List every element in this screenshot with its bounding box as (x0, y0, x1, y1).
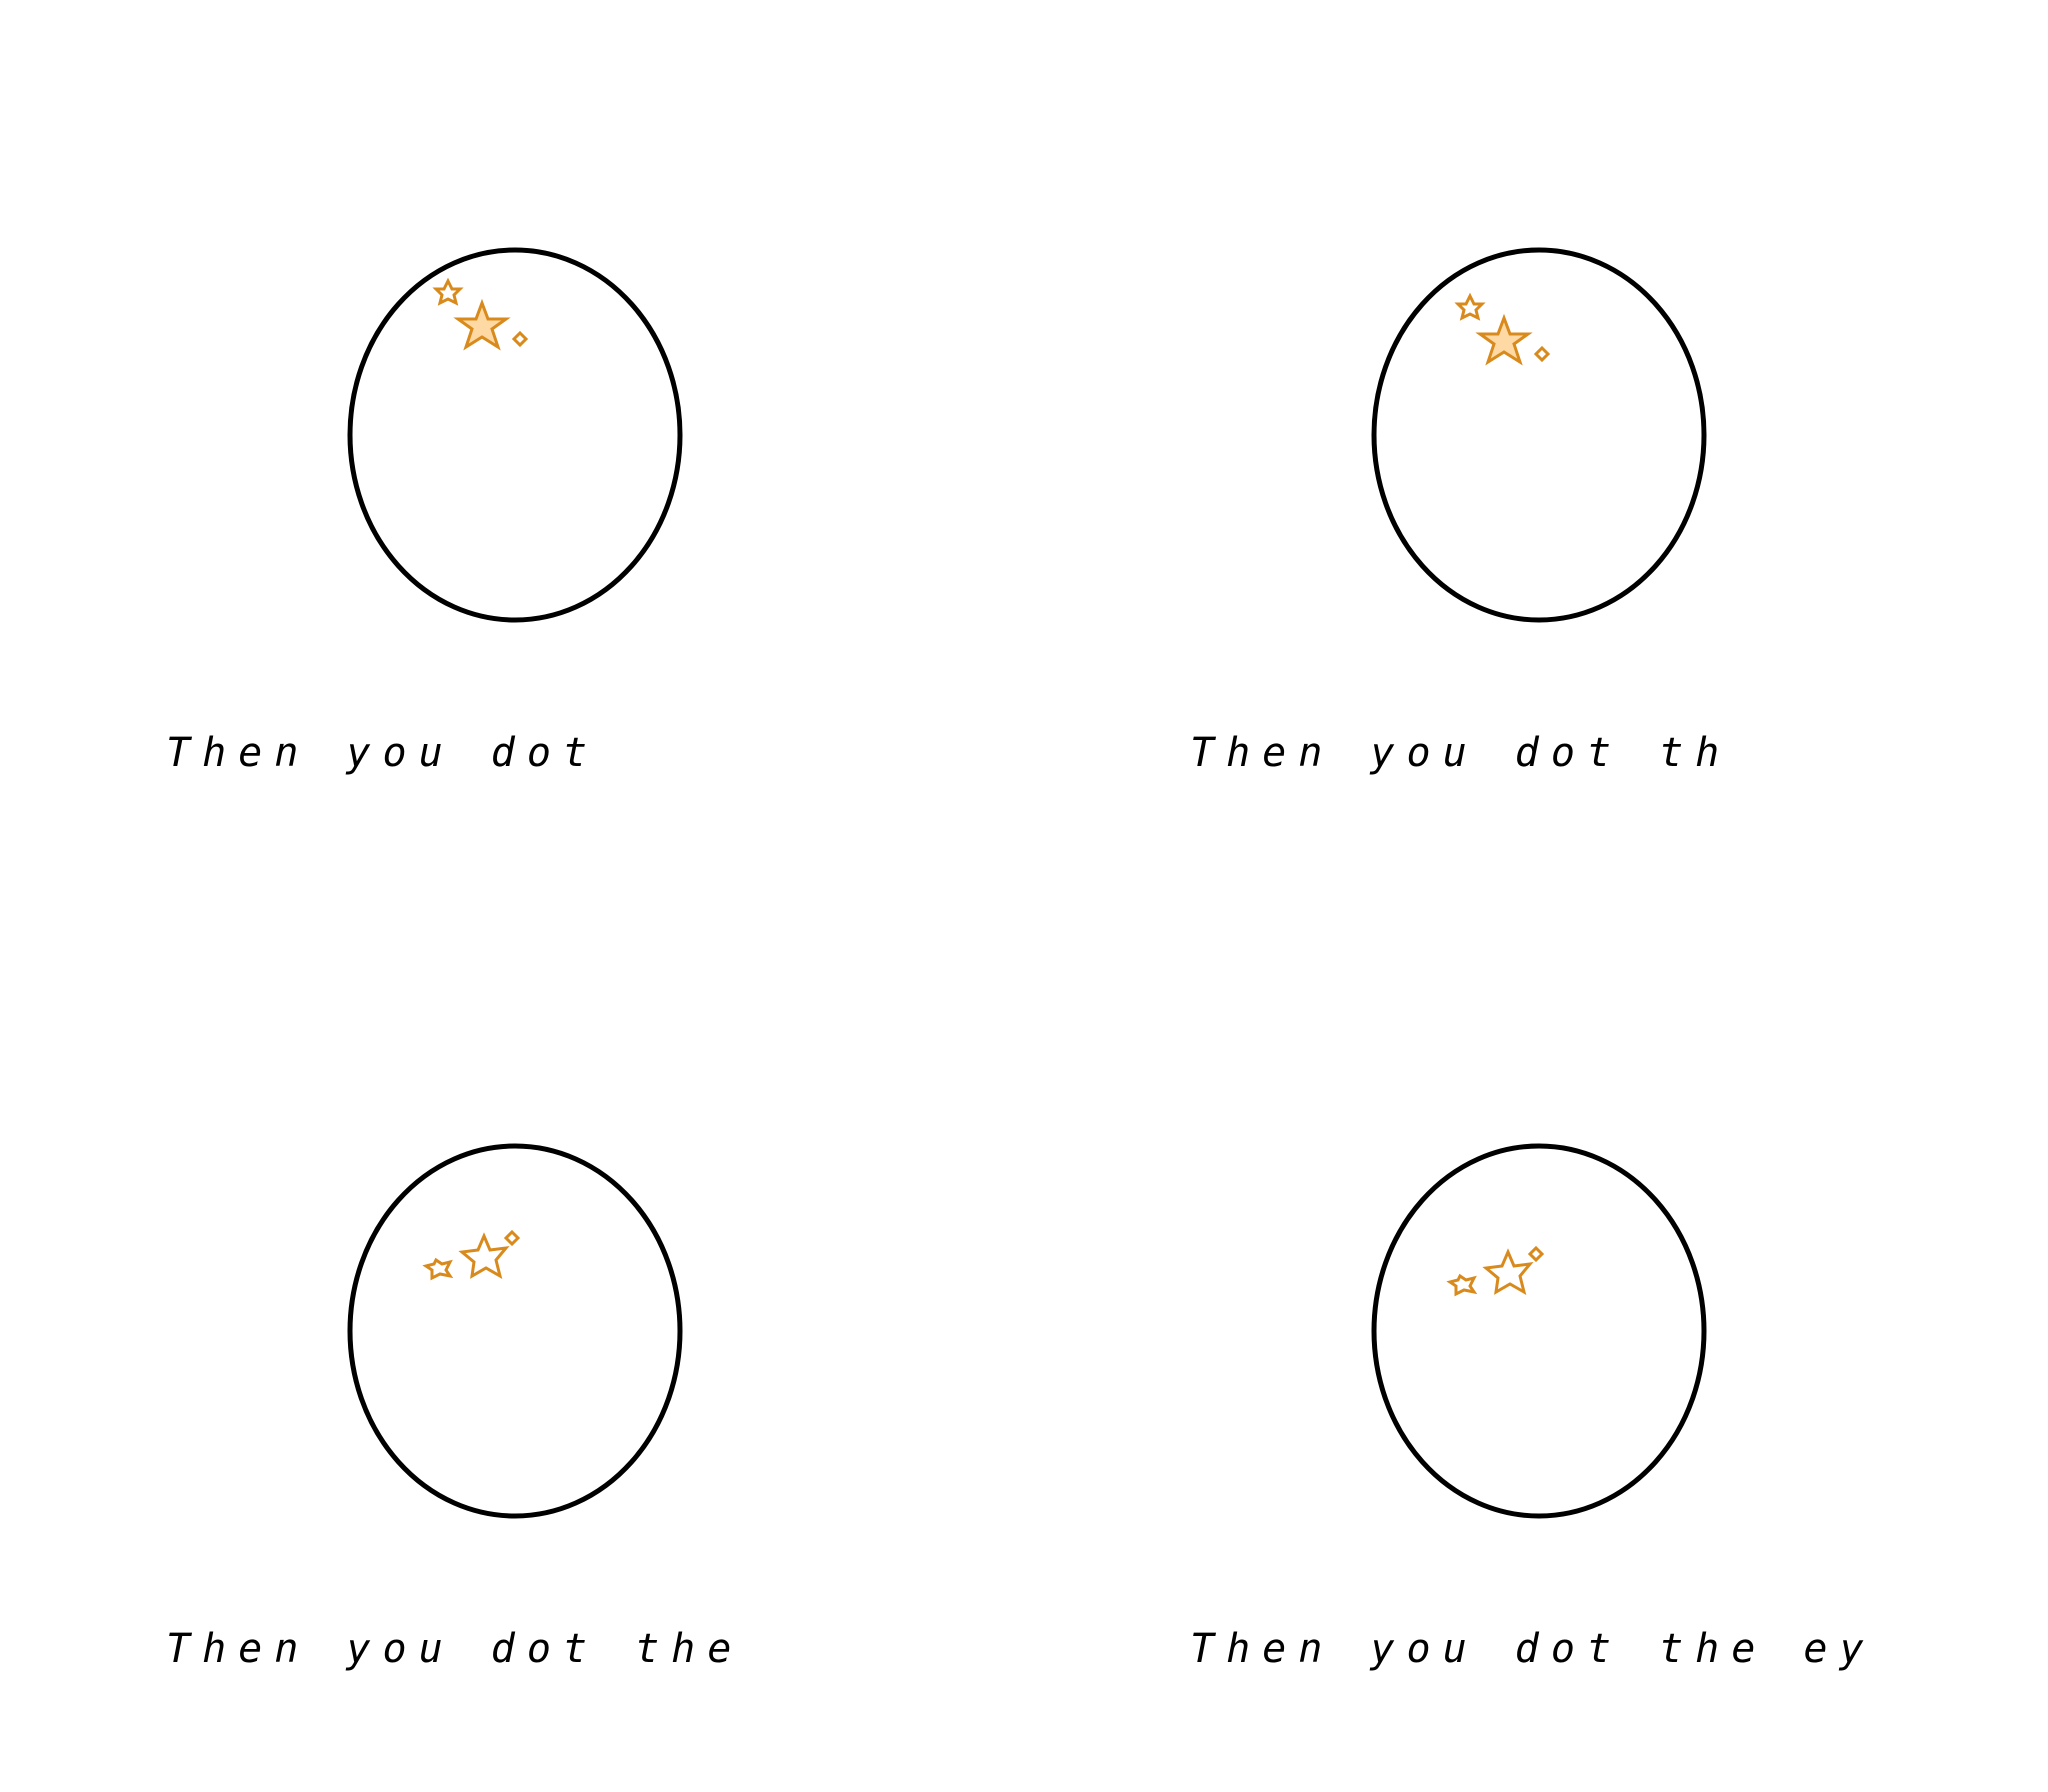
magic-wand-cursor-icon (1452, 290, 1562, 394)
dialogue-text: Then you dot (166, 730, 599, 776)
frame-1: Then you dot (0, 0, 1024, 896)
magic-wand-cursor-icon (1444, 1242, 1554, 1326)
magic-wand-cursor-icon (420, 1226, 530, 1310)
dialogue-text: Then you dot th (1190, 730, 1732, 776)
dialogue-text: Then you dot the (166, 1626, 744, 1672)
head-circle (347, 1143, 683, 1519)
frame-4: Then you dot the ey (1024, 896, 2048, 1792)
magic-wand-cursor-icon (430, 275, 540, 379)
frame-3: Then you dot the (0, 896, 1024, 1792)
frame-2: Then you dot th (1024, 0, 2048, 896)
dialogue-text: Then you dot the ey (1190, 1626, 1876, 1672)
head-circle (1371, 1143, 1707, 1519)
